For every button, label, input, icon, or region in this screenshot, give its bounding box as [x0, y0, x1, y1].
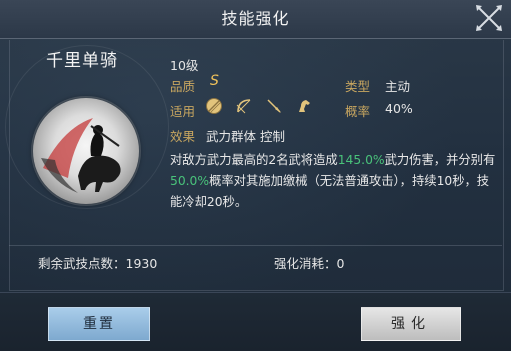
rider-icon	[41, 118, 121, 193]
close-button[interactable]	[473, 2, 505, 34]
type-value: 主动	[385, 79, 411, 94]
remaining-points: 剩余武技点数：1930	[38, 253, 157, 272]
skill-name: 千里单骑	[46, 51, 118, 71]
rate-label: 概率	[345, 104, 371, 119]
spear-icon	[267, 99, 281, 113]
desc-text-1: 对敌方武力最高的2名武将造成	[170, 153, 338, 167]
skill-portrait	[33, 98, 139, 204]
rate-value: 40%	[385, 101, 413, 116]
quality-label: 品质	[170, 79, 196, 94]
fit-label: 适用	[170, 104, 196, 119]
type-label: 类型	[345, 79, 371, 94]
bow-icon	[236, 99, 251, 114]
desc-text-2: 武力伤害，并分别有	[384, 153, 496, 167]
effect-value: 武力群体 控制	[206, 129, 285, 144]
reset-button[interactable]: 重置	[48, 307, 150, 341]
cost-value: 0	[336, 256, 345, 271]
points-label: 剩余武技点数：	[38, 256, 126, 271]
close-icon	[476, 5, 502, 31]
skill-level: 10级	[170, 58, 199, 73]
enhance-button[interactable]: 强化	[361, 307, 461, 341]
quality-value: S	[210, 73, 219, 89]
desc-text-3: 概率对其施加缴械（无法普通攻击），持续10秒，技能冷却20秒。	[170, 174, 490, 209]
disarm-chance-value: 50.0%	[170, 174, 210, 188]
horse-icon	[299, 100, 310, 112]
shield-icon	[206, 98, 222, 114]
damage-ratio-value: 145.0%	[337, 153, 385, 167]
section-divider	[9, 245, 502, 246]
page-title: 技能强化	[221, 9, 290, 28]
points-value: 1930	[125, 256, 158, 271]
skill-description: 对敌方武力最高的2名武将造成145.0%武力伤害，并分别有 50.0%概率对其施加…	[170, 150, 500, 213]
enhance-cost: 强化消耗：0	[274, 253, 344, 272]
cost-label: 强化消耗：	[274, 256, 337, 271]
fit-unit-icons	[205, 97, 313, 117]
effect-label: 效果	[170, 129, 196, 144]
